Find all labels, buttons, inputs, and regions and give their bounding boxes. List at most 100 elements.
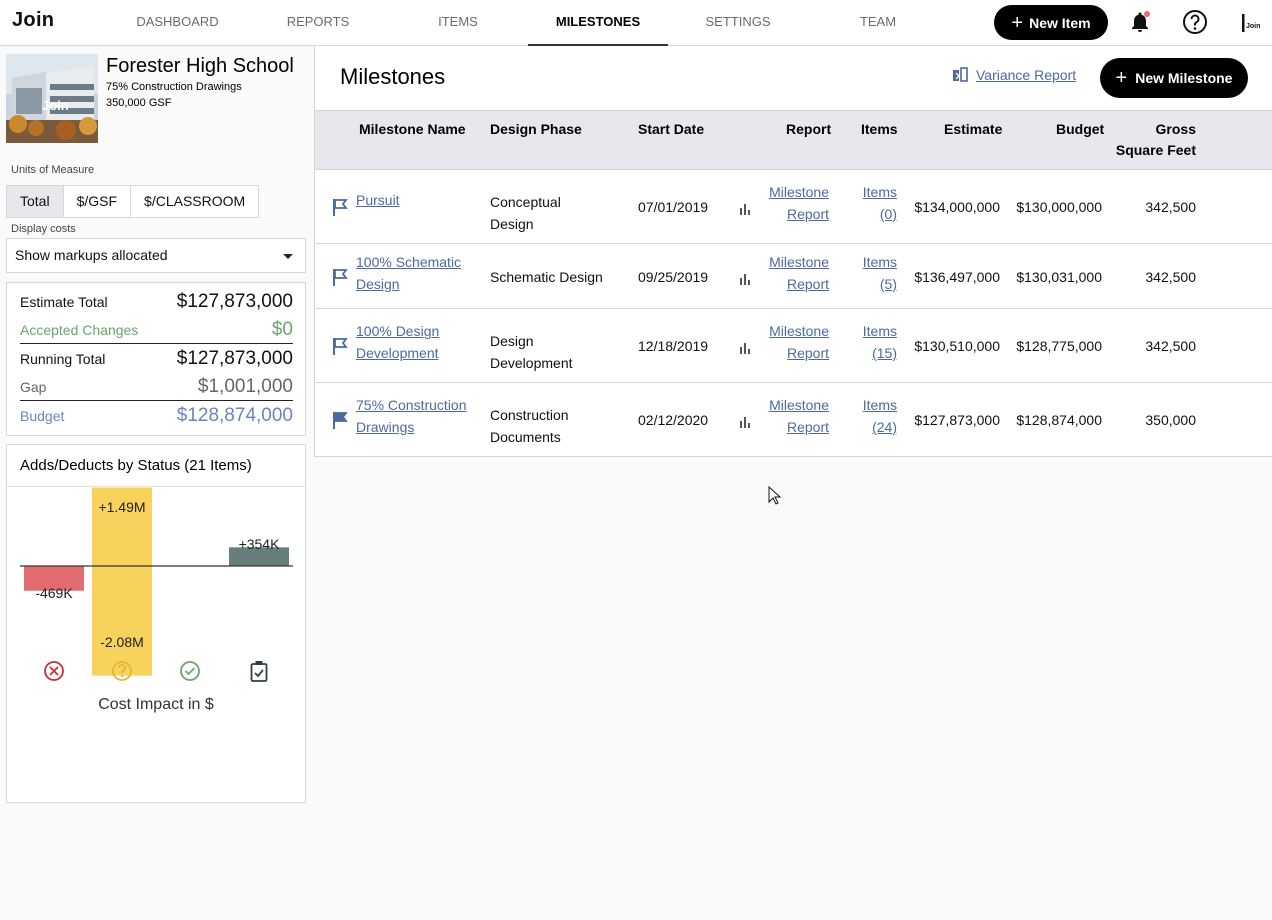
items-link[interactable]: Items (24) <box>845 394 897 438</box>
table-row[interactable]: 75% Construction Drawings Construction Docu… <box>315 383 1272 457</box>
table-row[interactable]: 100% Design Development Design Development 1… <box>315 309 1272 383</box>
bar-chart-icon[interactable] <box>739 273 751 285</box>
budget-row: Budget $128,874,000 <box>20 402 293 430</box>
milestone-report-link-line: Report <box>786 345 829 361</box>
milestone-report-link-line: Report <box>786 206 829 222</box>
col-items: Items <box>861 121 898 137</box>
new-milestone-button[interactable]: + New Milestone <box>1100 58 1248 98</box>
milestone-report-link[interactable]: Milestone Report <box>751 181 829 225</box>
bar-chart-icon[interactable] <box>739 203 751 215</box>
milestone-name-link-line: Development <box>356 345 439 361</box>
adds-deducts-chart: -469K +1.49M -2.08M +354K <box>20 487 293 682</box>
milestone-name-link-line: Pursuit <box>356 192 400 208</box>
new-item-button[interactable]: + New Item <box>994 5 1108 40</box>
estimate-cell: $136,497,000 <box>914 269 1000 285</box>
design-phase-cell: Conceptual Design <box>490 191 561 235</box>
design-phase-cell-line: Construction <box>490 407 569 423</box>
data-label-pending: +1.49M <box>98 499 145 515</box>
milestone-report-link-line: Milestone <box>769 323 829 339</box>
tab-dashboard[interactable]: DASHBOARD <box>130 0 225 46</box>
design-phase-cell: Construction Documents <box>490 404 569 448</box>
flag-outline-icon <box>333 269 348 286</box>
accepted-icon <box>180 661 200 681</box>
unit-total-button[interactable]: Total <box>7 186 64 217</box>
items-link-line: (15) <box>872 345 897 361</box>
unit-classroom-button[interactable]: $/CLASSROOM <box>131 186 258 217</box>
bar-chart-icon[interactable] <box>739 342 751 354</box>
budget-cell: $128,775,000 <box>1016 338 1102 354</box>
page-title: Milestones <box>340 64 446 89</box>
col-milestone-name[interactable]: Milestone Name <box>359 119 466 140</box>
milestone-report-link[interactable]: Milestone Report <box>751 251 829 295</box>
join-logo[interactable]: Join <box>12 9 54 32</box>
milestone-name-link[interactable]: 100% Schematic Design <box>356 251 461 295</box>
units-label: Units of Measure <box>11 164 95 176</box>
display-costs-value: Show markups allocated <box>15 247 168 263</box>
tab-team[interactable]: TEAM <box>852 0 904 46</box>
gap-label: Gap <box>20 378 47 395</box>
table-header: Milestone Name Design Phase Start Date R… <box>315 110 1272 170</box>
variance-report-icon <box>953 67 968 82</box>
table-row[interactable]: 100% Schematic Design Schematic Design 09/2… <box>315 244 1272 309</box>
milestone-name-link[interactable]: 100% Design Development <box>356 320 439 364</box>
rejected-icon <box>44 661 64 681</box>
col-estimate[interactable]: Estimate <box>944 119 1002 140</box>
milestone-name-link-line: 100% Schematic <box>356 254 462 270</box>
items-link-line: Items <box>862 254 897 270</box>
gsf-cell: 342,500 <box>1145 269 1196 285</box>
col-gross-square-feet[interactable]: Gross Square Feet <box>1115 119 1196 161</box>
display-costs-select[interactable]: Show markups allocated <box>6 238 306 273</box>
budget-label: Budget <box>20 408 65 424</box>
tab-reports[interactable]: REPORTS <box>282 0 354 46</box>
design-phase-cell: Schematic Design <box>490 266 603 288</box>
budget-cell: $128,874,000 <box>1016 412 1102 428</box>
mouse-cursor-icon <box>768 486 782 505</box>
items-link[interactable]: Items (5) <box>845 251 897 295</box>
plus-icon: + <box>1011 11 1024 34</box>
col-design-phase[interactable]: Design Phase <box>490 119 582 140</box>
data-label-rejected: -469K <box>35 585 73 601</box>
milestone-name-link-line: Drawings <box>356 419 415 435</box>
new-milestone-label: New Milestone <box>1135 70 1233 86</box>
design-phase-cell-line: Schematic Design <box>490 269 603 285</box>
flag-filled-icon <box>333 412 348 429</box>
adds-deducts-card: Adds/Deducts by Status (21 Items) -469K +… <box>6 444 306 803</box>
estimate-total-row: Estimate Total $127,873,000 <box>20 288 293 316</box>
accepted-changes-row: Accepted Changes $0 <box>20 316 293 344</box>
items-link-line: (5) <box>879 276 897 292</box>
table-row[interactable]: Pursuit Conceptual Design 07/01/2019 Milesto… <box>315 170 1272 244</box>
variance-report-link[interactable]: Variance Report <box>952 67 1076 83</box>
tab-settings[interactable]: SETTINGS <box>700 0 776 46</box>
milestone-report-link[interactable]: Milestone Report <box>751 394 829 438</box>
tab-items[interactable]: ITEMS <box>430 0 486 46</box>
gsf-cell: 350,000 <box>1145 412 1196 428</box>
bell-icon[interactable] <box>1128 10 1152 34</box>
running-total-row: Running Total $127,873,000 <box>20 345 293 373</box>
col-start-date[interactable]: Start Date <box>638 119 704 140</box>
help-icon[interactable] <box>1182 9 1208 35</box>
accepted-changes-label: Accepted Changes <box>20 321 139 338</box>
unit-gsf-button[interactable]: $/GSF <box>64 186 132 217</box>
chevron-down-icon <box>283 254 293 259</box>
tab-milestones[interactable]: MILESTONES <box>528 0 668 46</box>
design-phase-cell-line: Documents <box>490 429 561 445</box>
estimate-total-label: Estimate Total <box>20 294 108 310</box>
accepted-changes-value: $0 <box>271 318 293 340</box>
top-nav: Join DASHBOARD REPORTS ITEMS MILESTONES … <box>0 0 1272 46</box>
bar-chart-icon[interactable] <box>739 416 751 428</box>
user-avatar[interactable]: Join <box>1238 11 1264 35</box>
col-budget[interactable]: Budget <box>1056 119 1104 140</box>
project-name: Forester High School <box>106 55 294 77</box>
milestone-name-link[interactable]: Pursuit <box>356 189 400 211</box>
items-link[interactable]: Items (0) <box>845 181 897 225</box>
plus-icon: + <box>1115 67 1128 89</box>
units-toggle: Total $/GSF $/CLASSROOM <box>6 185 260 218</box>
items-link-line: Items <box>862 323 897 339</box>
gap-value: $1,001,000 <box>197 375 293 397</box>
milestone-report-link[interactable]: Milestone Report <box>751 320 829 364</box>
milestone-name-link[interactable]: 75% Construction Drawings <box>356 394 467 438</box>
flag-outline-icon <box>333 199 348 216</box>
display-costs-label: Display costs <box>11 223 76 235</box>
items-link[interactable]: Items (15) <box>845 320 897 364</box>
milestone-name-link-line: 100% Design <box>356 323 440 339</box>
